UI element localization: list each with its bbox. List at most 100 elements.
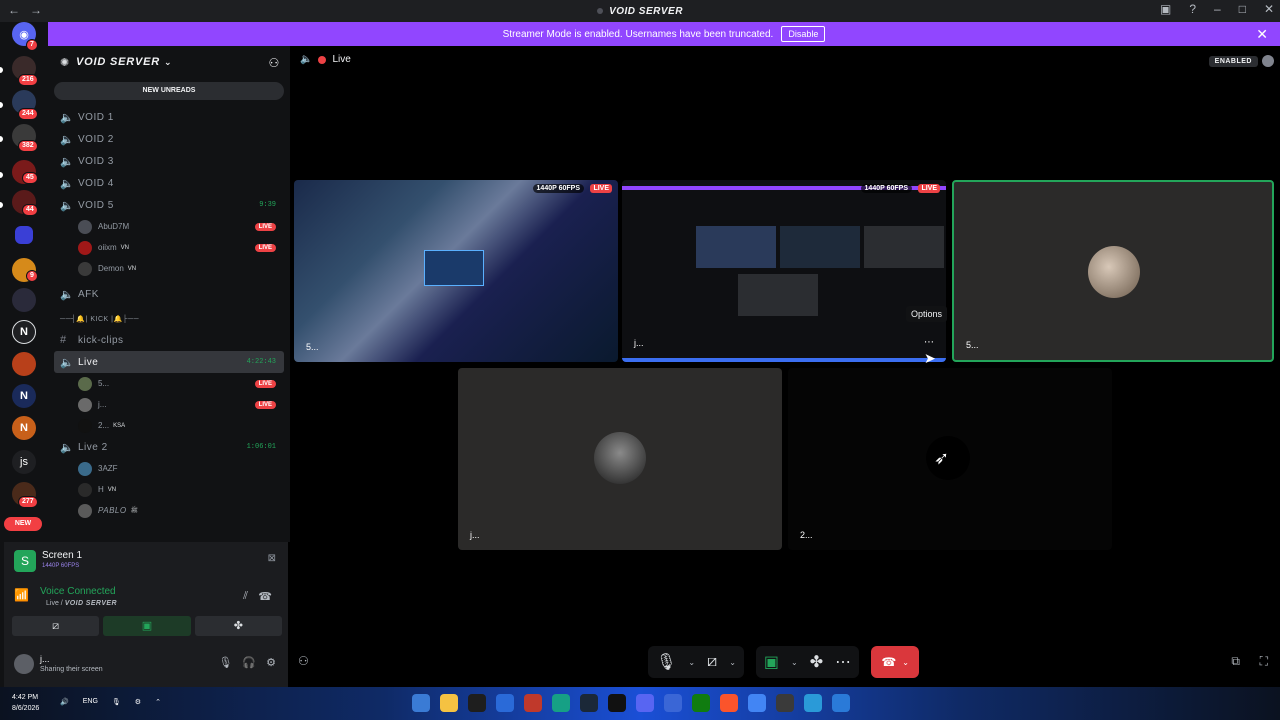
- app-icon[interactable]: [524, 694, 542, 712]
- avatar[interactable]: [14, 654, 34, 674]
- brave-icon[interactable]: [720, 694, 738, 712]
- voice-user[interactable]: oiixm VN LIVE: [48, 237, 290, 258]
- inbox-icon[interactable]: ▣: [1160, 2, 1171, 16]
- mic-control[interactable]: 🎙 ⌄ ⧄ ⌄: [648, 646, 744, 678]
- mic-icon[interactable]: 🎙: [218, 656, 232, 669]
- chevron-down-icon[interactable]: ⌄: [791, 658, 798, 667]
- voice-user[interactable]: 5... LIVE: [48, 373, 290, 394]
- file-explorer-icon[interactable]: [440, 694, 458, 712]
- volume-icon[interactable]: 🔊: [60, 698, 69, 706]
- camera-off-button[interactable]: ⧄: [12, 616, 100, 636]
- app-icon[interactable]: [664, 694, 682, 712]
- channel-live[interactable]: 🔈 Live 4:22:43: [54, 351, 284, 373]
- stream-tile[interactable]: 1440P 60FPS LIVE j... ⋯: [622, 180, 946, 362]
- popout-icon[interactable]: ⧉: [1231, 654, 1240, 669]
- channel-void-3[interactable]: 🔈 VOID 3: [48, 150, 290, 172]
- channel-void-1[interactable]: 🔈 VOID 1: [48, 106, 290, 128]
- settings-gear-icon[interactable]: ⚙: [266, 656, 276, 669]
- maximize-icon[interactable]: □: [1239, 2, 1246, 16]
- voice-user[interactable]: H VN: [48, 479, 290, 500]
- language-indicator[interactable]: ENG: [83, 698, 98, 706]
- folder-icon[interactable]: [15, 226, 33, 244]
- more-icon[interactable]: ⋯: [835, 652, 851, 672]
- voice-user[interactable]: 2... KSA: [48, 415, 290, 436]
- server-js[interactable]: js: [12, 450, 36, 474]
- mic-icon[interactable]: 🎙: [656, 652, 676, 672]
- disconnect-icon[interactable]: ☎: [258, 590, 272, 603]
- chevron-down-icon[interactable]: ⌄: [688, 658, 695, 667]
- speaker-icon: 🔈: [60, 356, 74, 369]
- new-pill[interactable]: NEW: [4, 517, 42, 531]
- mic-tray-icon[interactable]: 🎙: [112, 698, 121, 706]
- system-clock[interactable]: 4:42 PM 8/6/2026: [12, 692, 39, 714]
- screen-share-icon[interactable]: ▣: [764, 652, 779, 672]
- game-scoreboard: [424, 250, 484, 286]
- server-icon[interactable]: N: [12, 384, 36, 408]
- voice-user[interactable]: AbuD7M LIVE: [48, 216, 290, 237]
- tiktok-icon[interactable]: [608, 694, 626, 712]
- screen-share-control[interactable]: ▣ ⌄ ✤ ⋯: [755, 646, 860, 678]
- chat-icon[interactable]: [1262, 55, 1274, 67]
- user-tile[interactable]: 5...: [952, 180, 1274, 362]
- server-icon[interactable]: N: [12, 416, 36, 440]
- channel-void-5[interactable]: 🔈 VOID 5 9:39: [48, 194, 290, 216]
- user-tag: VN: [127, 265, 137, 272]
- disable-button[interactable]: Disable: [781, 26, 826, 42]
- chrome-icon[interactable]: [748, 694, 766, 712]
- channel-void-4[interactable]: 🔈 VOID 4: [48, 172, 290, 194]
- stop-stream-icon[interactable]: ⊠: [268, 553, 276, 564]
- channel-void-2[interactable]: 🔈 VOID 2: [48, 128, 290, 150]
- settings-tray-icon[interactable]: ⚙: [135, 698, 141, 706]
- channel-live-2[interactable]: 🔈 Live 2 1:06:01: [48, 436, 290, 458]
- screen-share-button[interactable]: ▣: [103, 616, 191, 636]
- chevron-up-icon[interactable]: ⌃: [155, 698, 161, 706]
- add-people-icon[interactable]: ⚇: [298, 654, 309, 668]
- app-icon[interactable]: [804, 694, 822, 712]
- server-header[interactable]: ✺ VOID SERVER ⌄ ⚇: [48, 46, 290, 78]
- avatar: [1088, 246, 1140, 298]
- voice-user[interactable]: PABLO ﷺ: [48, 500, 290, 521]
- live-badge: LIVE: [918, 184, 940, 193]
- discord-icon[interactable]: [636, 694, 654, 712]
- category-kick[interactable]: ──┤🔔| KICK |🔔├──: [48, 309, 290, 329]
- app-icon[interactable]: [496, 694, 514, 712]
- xbox-icon[interactable]: [692, 694, 710, 712]
- voice-connected[interactable]: Voice Connected: [40, 586, 116, 597]
- voice-user[interactable]: j... LIVE: [48, 394, 290, 415]
- app-icon[interactable]: [412, 694, 430, 712]
- voice-user[interactable]: 3AZF: [48, 458, 290, 479]
- options-icon[interactable]: ⋯: [924, 337, 934, 348]
- headphones-icon[interactable]: 🎧: [242, 656, 256, 669]
- server-icon[interactable]: N: [12, 320, 36, 344]
- app-icon[interactable]: [468, 694, 486, 712]
- activities-icon[interactable]: ✤: [810, 652, 823, 672]
- app-icon[interactable]: [776, 694, 794, 712]
- new-unreads-button[interactable]: NEW UNREADS: [54, 82, 284, 100]
- channel-kick-clips[interactable]: # kick-clips: [48, 329, 290, 351]
- server-icon[interactable]: [12, 288, 36, 312]
- live-badge: LIVE: [254, 243, 276, 252]
- disconnect-button[interactable]: ☎ ⌄: [871, 646, 920, 678]
- invite-icon[interactable]: ⚇: [268, 56, 280, 70]
- user-tile[interactable]: j...: [458, 368, 782, 550]
- server-icon[interactable]: [12, 352, 36, 376]
- voice-user[interactable]: Demon VN: [48, 258, 290, 279]
- chevron-down-icon[interactable]: ⌄: [729, 658, 736, 667]
- windows-start-icon[interactable]: [832, 694, 850, 712]
- minimize-icon[interactable]: –: [1214, 2, 1221, 16]
- steam-icon[interactable]: [580, 694, 598, 712]
- noise-suppression-icon[interactable]: ⫽: [243, 590, 248, 603]
- shared-screen-thumb: [780, 226, 860, 268]
- stream-tile[interactable]: 1440P 60FPS LIVE 5...: [294, 180, 618, 362]
- fullscreen-icon[interactable]: ⛶: [1260, 654, 1268, 669]
- chevron-down-icon[interactable]: ⌄: [902, 658, 909, 667]
- camera-off-icon[interactable]: ⧄: [707, 653, 717, 671]
- channel-afk[interactable]: 🔈 AFK: [48, 283, 290, 305]
- close-window-icon[interactable]: ✕: [1264, 2, 1274, 16]
- app-icon[interactable]: [552, 694, 570, 712]
- close-icon[interactable]: ✕: [1256, 26, 1268, 43]
- user-tile[interactable]: ➶ 2...: [788, 368, 1112, 550]
- help-icon[interactable]: ?: [1189, 2, 1196, 16]
- activities-button[interactable]: ✤: [194, 616, 282, 636]
- streamer-enabled-badge[interactable]: ENABLED: [1208, 56, 1258, 67]
